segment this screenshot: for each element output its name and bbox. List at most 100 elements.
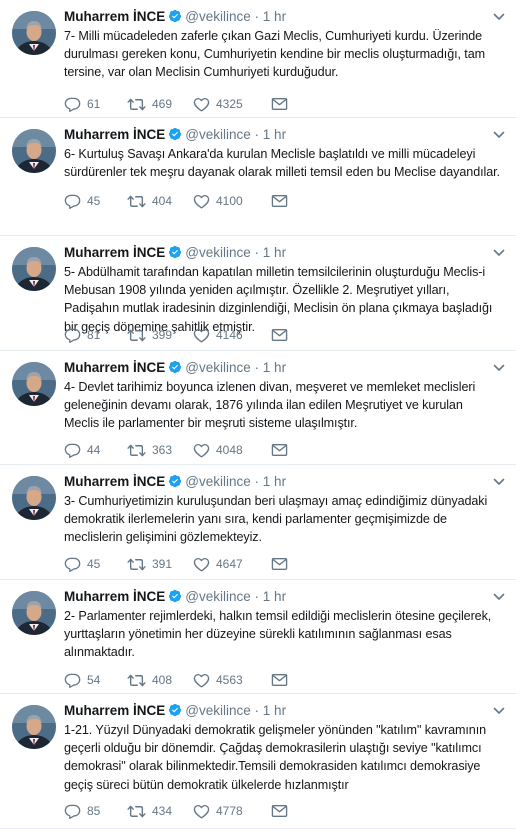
author-handle[interactable]: @vekilince	[185, 360, 250, 375]
separator-dot: ·	[254, 127, 260, 142]
like-button[interactable]: 4778	[193, 804, 271, 819]
retweet-icon	[127, 97, 152, 112]
chevron-down-icon[interactable]	[492, 10, 506, 24]
tweet-item[interactable]: Muharrem İNCE @vekilince · 1 hr 2- Parlam…	[0, 580, 516, 694]
tweet-item[interactable]: Muharrem İNCE @vekilince · 1 hr 3- Cumhur…	[0, 465, 516, 580]
like-count: 4048	[216, 443, 243, 457]
like-button[interactable]: 4146	[193, 328, 271, 343]
chevron-down-icon[interactable]	[492, 590, 506, 604]
reply-button[interactable]: 54	[64, 673, 127, 688]
like-button[interactable]: 4647	[193, 557, 271, 572]
reply-icon	[64, 673, 87, 688]
author-handle[interactable]: @vekilince	[185, 474, 250, 489]
retweet-button[interactable]: 391	[127, 557, 193, 572]
tweet-timestamp[interactable]: 1 hr	[263, 245, 286, 260]
author-handle[interactable]: @vekilince	[185, 245, 250, 260]
author-handle[interactable]: @vekilince	[185, 589, 250, 604]
direct-message-icon	[271, 804, 294, 818]
tweet-item[interactable]: Muharrem İNCE @vekilince · 1 hr 7- Milli …	[0, 0, 516, 118]
retweet-button[interactable]: 363	[127, 443, 193, 458]
avatar[interactable]	[12, 591, 56, 635]
tweet-item[interactable]: Muharrem İNCE @vekilince · 1 hr 1-21. Yüz…	[0, 694, 516, 829]
author-name[interactable]: Muharrem İNCE	[64, 589, 165, 604]
reply-icon	[64, 97, 87, 112]
avatar[interactable]	[12, 11, 56, 55]
heart-icon	[193, 443, 216, 458]
tweet-header: Muharrem İNCE @vekilince · 1 hr	[64, 473, 486, 493]
direct-message-button[interactable]	[271, 804, 294, 818]
reply-count: 45	[87, 557, 101, 571]
chevron-down-icon[interactable]	[492, 704, 506, 718]
retweet-button[interactable]: 469	[127, 97, 193, 112]
author-name[interactable]: Muharrem İNCE	[64, 703, 165, 718]
tweet-header: Muharrem İNCE @vekilince · 1 hr	[64, 359, 486, 379]
verified-badge-icon	[168, 360, 182, 379]
avatar[interactable]	[12, 705, 56, 749]
retweet-button[interactable]: 408	[127, 673, 193, 688]
retweet-count: 391	[152, 557, 173, 571]
tweet-item[interactable]: Muharrem İNCE @vekilince · 1 hr 5- Abdülh…	[0, 236, 516, 351]
direct-message-icon	[271, 328, 294, 342]
like-count: 4778	[216, 804, 243, 818]
author-name[interactable]: Muharrem İNCE	[64, 360, 165, 375]
author-name[interactable]: Muharrem İNCE	[64, 474, 165, 489]
direct-message-button[interactable]	[271, 557, 294, 571]
avatar[interactable]	[12, 247, 56, 291]
reply-icon	[64, 557, 87, 572]
reply-count: 44	[87, 443, 101, 457]
verified-badge-icon	[168, 245, 182, 264]
direct-message-button[interactable]	[271, 328, 294, 342]
tweet-item[interactable]: Muharrem İNCE @vekilince · 1 hr 6- Kurtul…	[0, 118, 516, 236]
tweet-header: Muharrem İNCE @vekilince · 1 hr	[64, 8, 486, 28]
retweet-count: 363	[152, 443, 173, 457]
author-name[interactable]: Muharrem İNCE	[64, 245, 165, 260]
direct-message-button[interactable]	[271, 443, 294, 457]
retweet-button[interactable]: 404	[127, 194, 193, 209]
tweet-timestamp[interactable]: 1 hr	[263, 474, 286, 489]
tweet-timestamp[interactable]: 1 hr	[263, 9, 286, 24]
reply-button[interactable]: 44	[64, 443, 127, 458]
direct-message-button[interactable]	[271, 673, 294, 687]
tweet-timestamp[interactable]: 1 hr	[263, 589, 286, 604]
like-count: 4325	[216, 97, 243, 111]
heart-icon	[193, 804, 216, 819]
tweet-timestamp[interactable]: 1 hr	[263, 703, 286, 718]
tweet-timestamp[interactable]: 1 hr	[263, 360, 286, 375]
tweet-actions: 54 408 4563	[64, 671, 294, 689]
reply-count: 45	[87, 194, 101, 208]
tweet-text: 3- Cumhuriyetimizin kuruluşundan beri ul…	[64, 494, 488, 545]
chevron-down-icon[interactable]	[492, 128, 506, 142]
tweet-text: 1-21. Yüzyıl Dünyadaki demokratik gelişm…	[64, 723, 486, 792]
avatar[interactable]	[12, 129, 56, 173]
author-handle[interactable]: @vekilince	[185, 9, 250, 24]
tweet-text: 6- Kurtuluş Savaşı Ankara'da kurulan Mec…	[64, 147, 500, 180]
chevron-down-icon[interactable]	[492, 361, 506, 375]
tweet-item[interactable]: Muharrem İNCE @vekilince · 1 hr 4- Devlet…	[0, 351, 516, 465]
like-button[interactable]: 4563	[193, 673, 271, 688]
tweet-timestamp[interactable]: 1 hr	[263, 127, 286, 142]
reply-button[interactable]: 85	[64, 804, 127, 819]
reply-button[interactable]: 45	[64, 557, 127, 572]
avatar[interactable]	[12, 476, 56, 520]
retweet-button[interactable]: 399	[127, 328, 193, 343]
author-handle[interactable]: @vekilince	[185, 127, 250, 142]
direct-message-button[interactable]	[271, 97, 294, 111]
chevron-down-icon[interactable]	[492, 475, 506, 489]
retweet-button[interactable]: 434	[127, 804, 193, 819]
like-button[interactable]: 4048	[193, 443, 271, 458]
like-button[interactable]: 4100	[193, 194, 271, 209]
reply-button[interactable]: 61	[64, 97, 127, 112]
like-button[interactable]: 4325	[193, 97, 271, 112]
reply-button[interactable]: 81	[64, 328, 127, 343]
author-name[interactable]: Muharrem İNCE	[64, 127, 165, 142]
direct-message-icon	[271, 557, 294, 571]
author-handle[interactable]: @vekilince	[185, 703, 250, 718]
retweet-count: 434	[152, 804, 173, 818]
reply-button[interactable]: 45	[64, 194, 127, 209]
chevron-down-icon[interactable]	[492, 246, 506, 260]
author-name[interactable]: Muharrem İNCE	[64, 9, 165, 24]
direct-message-button[interactable]	[271, 194, 294, 208]
avatar[interactable]	[12, 362, 56, 406]
tweet-header: Muharrem İNCE @vekilince · 1 hr	[64, 702, 486, 722]
tweet-actions: 85 434 4778	[64, 802, 294, 820]
